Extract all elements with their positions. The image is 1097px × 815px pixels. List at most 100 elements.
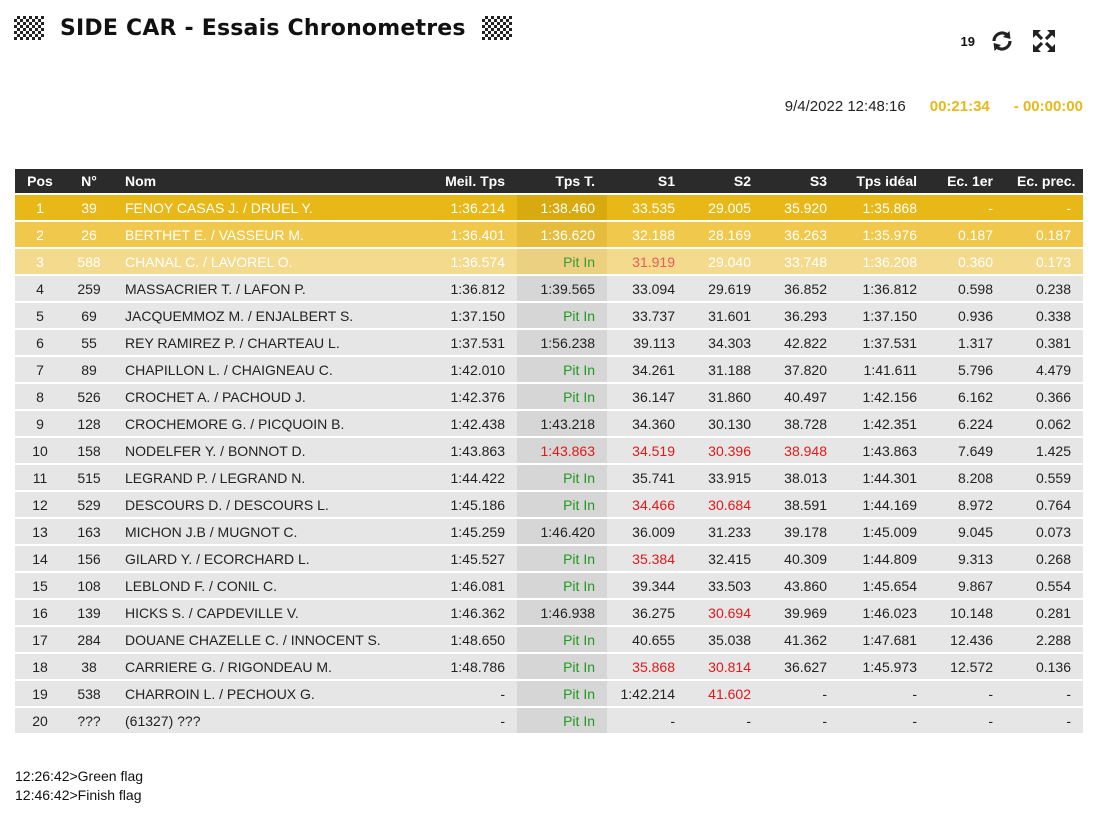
cell-tps: Pit In bbox=[517, 654, 607, 679]
cell-best: 1:37.531 bbox=[450, 334, 506, 351]
cell-s3: - bbox=[822, 712, 827, 729]
cell-ecp: - bbox=[1066, 712, 1071, 729]
table-row[interactable]: 16 139 HICKS S. / CAPDEVILLE V. 1:46.362 1:4… bbox=[15, 600, 1083, 625]
col-header-best[interactable]: Meil. Tps bbox=[419, 169, 517, 193]
cell-nom: MICHON J.B / MUGNOT C. bbox=[125, 523, 298, 540]
cell-s2: 31.860 bbox=[708, 388, 751, 405]
cell-num: 89 bbox=[81, 361, 97, 378]
table-row[interactable]: 18 38 CARRIERE G. / RIGONDEAU M. 1:48.786 Pi… bbox=[15, 654, 1083, 679]
cell-tps: 1:56.238 bbox=[517, 330, 607, 355]
cell-nom: BERTHET E. / VASSEUR M. bbox=[125, 226, 304, 243]
col-header-s2[interactable]: S2 bbox=[687, 169, 763, 193]
cell-pos: 8 bbox=[36, 388, 44, 405]
toolbar: 19 bbox=[961, 26, 1059, 56]
cell-best: 1:43.863 bbox=[450, 442, 506, 459]
table-row[interactable]: 15 108 LEBLOND F. / CONIL C. 1:46.081 Pit In… bbox=[15, 573, 1083, 598]
cell-pos: 14 bbox=[32, 550, 48, 567]
cell-ecp: 0.281 bbox=[1035, 604, 1071, 621]
cell-s2: 30.814 bbox=[708, 658, 751, 675]
cell-nom: FENOY CASAS J. / DRUEL Y. bbox=[125, 199, 313, 216]
col-header-ecp[interactable]: Ec. prec. bbox=[1005, 169, 1083, 193]
page-title: SIDE CAR - Essais Chronometres bbox=[60, 15, 466, 41]
refresh-icon[interactable] bbox=[987, 26, 1017, 56]
cell-tps: 1:36.620 bbox=[517, 222, 607, 247]
cell-nom: HICKS S. / CAPDEVILLE V. bbox=[125, 604, 299, 621]
table-row[interactable]: 2 26 BERTHET E. / VASSEUR M. 1:36.401 1:36.6… bbox=[15, 222, 1083, 247]
table-row[interactable]: 17 284 DOUANE CHAZELLE C. / INNOCENT S. 1:4… bbox=[15, 627, 1083, 652]
cell-s1: 34.261 bbox=[632, 361, 675, 378]
cell-nom: JACQUEMMOZ M. / ENJALBERT S. bbox=[125, 307, 354, 324]
table-row[interactable]: 11 515 LEGRAND P. / LEGRAND N. 1:44.422 Pit … bbox=[15, 465, 1083, 490]
col-header-ideal[interactable]: Tps idéal bbox=[839, 169, 929, 193]
col-header-tps[interactable]: Tps T. bbox=[517, 169, 607, 193]
table-row[interactable]: 6 55 REY RAMIREZ P. / CHARTEAU L. 1:37.531 1… bbox=[15, 330, 1083, 355]
table-row[interactable]: 13 163 MICHON J.B / MUGNOT C. 1:45.259 1:46.… bbox=[15, 519, 1083, 544]
table-row[interactable]: 4 259 MASSACRIER T. / LAFON P. 1:36.812 1:39… bbox=[15, 276, 1083, 301]
cell-tps: 1:43.218 bbox=[517, 411, 607, 436]
cell-best: 1:48.650 bbox=[450, 631, 506, 648]
cell-s3: 33.748 bbox=[784, 253, 827, 270]
col-header-s3[interactable]: S3 bbox=[763, 169, 839, 193]
cell-s3: 36.293 bbox=[784, 307, 827, 324]
col-header-ec1[interactable]: Ec. 1er bbox=[929, 169, 1005, 193]
cell-ec1: - bbox=[988, 199, 993, 216]
cell-best: 1:45.259 bbox=[450, 523, 506, 540]
cell-best: 1:48.786 bbox=[450, 658, 506, 675]
cell-ideal: 1:45.973 bbox=[862, 658, 918, 675]
table-row[interactable]: 9 128 CROCHEMORE G. / PICQUOIN B. 1:42.438 1… bbox=[15, 411, 1083, 436]
cell-ideal: 1:42.156 bbox=[862, 388, 918, 405]
cell-s1: 32.188 bbox=[632, 226, 675, 243]
table-row[interactable]: 10 158 NODELFER Y. / BONNOT D. 1:43.863 1:43… bbox=[15, 438, 1083, 463]
cell-s1: 35.384 bbox=[632, 550, 675, 567]
col-header-num[interactable]: N° bbox=[65, 169, 113, 193]
cell-num: 69 bbox=[81, 307, 97, 324]
cell-s3: 39.969 bbox=[784, 604, 827, 621]
cell-ideal: 1:44.809 bbox=[862, 550, 918, 567]
log-entry: 12:46:42>Finish flag bbox=[15, 787, 142, 803]
col-header-nom[interactable]: Nom bbox=[113, 169, 419, 193]
cell-s1: 39.113 bbox=[633, 334, 675, 351]
cell-num: 55 bbox=[81, 334, 97, 351]
table-row[interactable]: 7 89 CHAPILLON L. / CHAIGNEAU C. 1:42.010 Pi… bbox=[15, 357, 1083, 382]
cell-s3: 36.263 bbox=[784, 226, 827, 243]
table-row[interactable]: 5 69 JACQUEMMOZ M. / ENJALBERT S. 1:37.150 P… bbox=[15, 303, 1083, 328]
table-row[interactable]: 8 526 CROCHET A. / PACHOUD J. 1:42.376 Pit I… bbox=[15, 384, 1083, 409]
cell-s1: 33.094 bbox=[632, 280, 675, 297]
table-row[interactable]: 20??? (61327) ??? - Pit In - - - - - - bbox=[15, 708, 1083, 733]
col-header-pos[interactable]: Pos bbox=[15, 169, 65, 193]
table-row[interactable]: 3 588 CHANAL C. / LAVOREL O. 1:36.574 Pit In… bbox=[15, 249, 1083, 274]
cell-s3: - bbox=[822, 685, 827, 702]
cell-ecp: 2.288 bbox=[1035, 631, 1071, 648]
table-row[interactable]: 1 39 FENOY CASAS J. / DRUEL Y. 1:36.214 1:38… bbox=[15, 195, 1083, 220]
cell-nom: GILARD Y. / ECORCHARD L. bbox=[125, 550, 310, 567]
cell-tps: 1:46.938 bbox=[517, 600, 607, 625]
cell-ideal: 1:45.654 bbox=[862, 577, 918, 594]
cell-nom: (61327) ??? bbox=[125, 712, 201, 729]
cell-s2: 31.233 bbox=[708, 523, 751, 540]
table-row[interactable]: 12 529 DESCOURS D. / DESCOURS L. 1:45.186 Pi… bbox=[15, 492, 1083, 517]
cell-best: 1:42.376 bbox=[450, 388, 506, 405]
cell-s2: 30.396 bbox=[708, 442, 751, 459]
cell-s3: 38.728 bbox=[784, 415, 827, 432]
cell-s3: 38.591 bbox=[784, 496, 827, 513]
cell-ec1: 6.162 bbox=[957, 388, 993, 405]
table-row[interactable]: 19 538 CHARROIN L. / PECHOUX G. - Pit In 1:42… bbox=[15, 681, 1083, 706]
cell-pos: 4 bbox=[36, 280, 44, 297]
cell-s1: 31.919 bbox=[632, 253, 675, 270]
cell-ecp: 0.554 bbox=[1035, 577, 1071, 594]
cell-best: - bbox=[500, 712, 505, 729]
cell-ecp: 0.173 bbox=[1035, 253, 1071, 270]
cell-ideal: 1:45.009 bbox=[862, 523, 918, 540]
cell-ec1: 8.972 bbox=[957, 496, 993, 513]
col-header-s1[interactable]: S1 bbox=[607, 169, 687, 193]
cell-ecp: 0.136 bbox=[1035, 658, 1071, 675]
table-row[interactable]: 14 156 GILARD Y. / ECORCHARD L. 1:45.527 Pit… bbox=[15, 546, 1083, 571]
cell-pos: 13 bbox=[32, 523, 48, 540]
cell-s2: 33.503 bbox=[708, 577, 751, 594]
fullscreen-icon[interactable] bbox=[1029, 26, 1059, 56]
cell-ecp: 0.062 bbox=[1035, 415, 1071, 432]
cell-best: 1:36.214 bbox=[450, 199, 506, 216]
cell-num: 529 bbox=[77, 496, 101, 513]
cell-ec1: 6.224 bbox=[957, 415, 993, 432]
cell-num: 128 bbox=[77, 415, 101, 432]
